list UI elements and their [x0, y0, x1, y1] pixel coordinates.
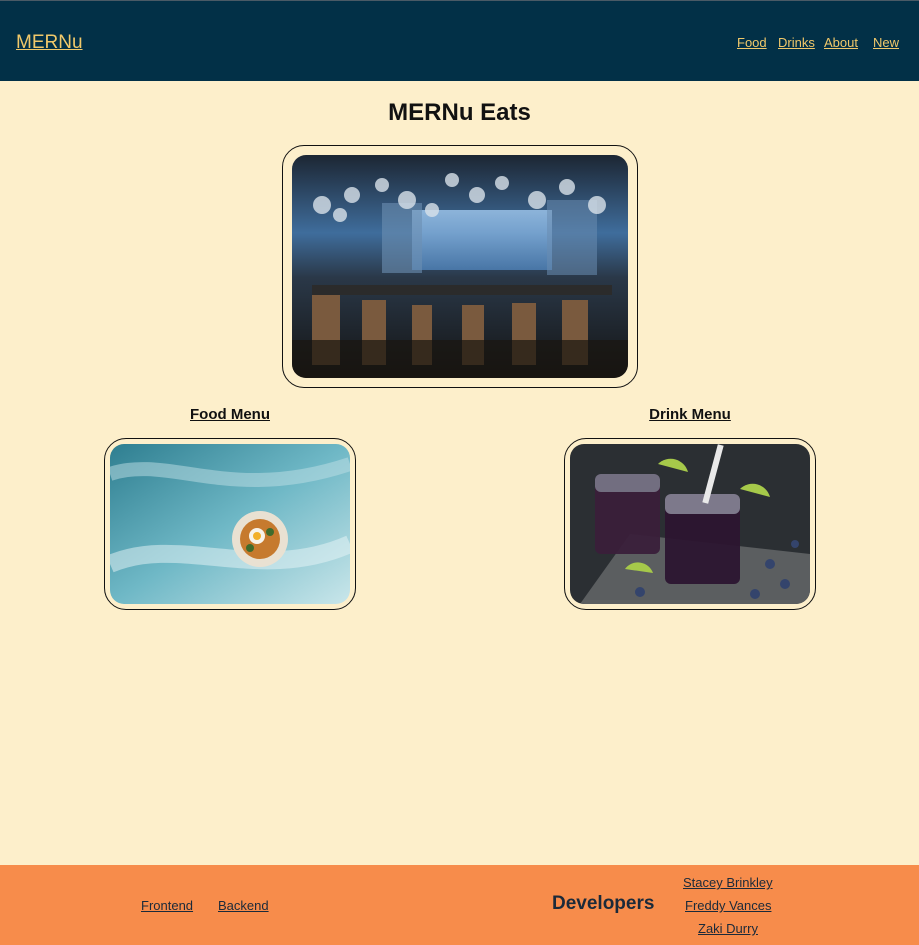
- frontend-repo-link[interactable]: Frontend: [141, 898, 193, 913]
- nav-drinks-link[interactable]: Drinks: [778, 35, 815, 50]
- restaurant-interior-image: [292, 155, 628, 378]
- drinks-image[interactable]: [570, 444, 810, 604]
- backend-repo-link[interactable]: Backend: [218, 898, 269, 913]
- top-navbar: MERNu Food Drinks About New: [0, 0, 919, 81]
- page-title: MERNu Eats: [388, 99, 531, 126]
- developer-link-freddy[interactable]: Freddy Vances: [685, 898, 771, 913]
- nav-food-link[interactable]: Food: [737, 35, 767, 50]
- food-menu-link[interactable]: Food Menu: [130, 406, 330, 423]
- nav-new-link[interactable]: New: [873, 35, 899, 50]
- nav-about-link[interactable]: About: [824, 35, 858, 50]
- footer: Frontend Backend Developers Stacey Brink…: [0, 865, 919, 945]
- developers-heading: Developers: [552, 893, 655, 914]
- drink-menu-link[interactable]: Drink Menu: [590, 406, 790, 423]
- brand-link[interactable]: MERNu: [16, 32, 83, 54]
- developer-link-stacey[interactable]: Stacey Brinkley: [683, 875, 773, 890]
- food-dish-image[interactable]: [110, 444, 350, 604]
- developer-link-zaki[interactable]: Zaki Durry: [698, 921, 758, 936]
